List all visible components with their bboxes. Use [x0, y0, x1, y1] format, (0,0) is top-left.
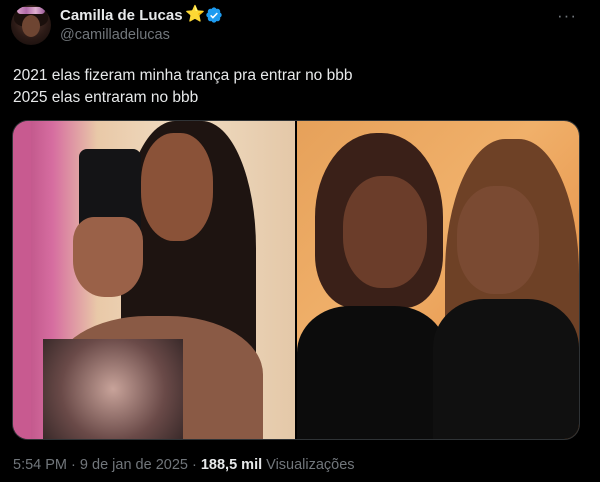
- hand: [73, 217, 143, 297]
- tweet-line-1: 2021 elas fizeram minha trança pra entra…: [13, 67, 353, 84]
- black-outfit-left: [297, 306, 447, 439]
- author-avatar[interactable]: [11, 5, 51, 45]
- tweet-meta: 5:54 PM · 9 de jan de 2025 · 188,5 mil V…: [13, 457, 355, 473]
- verified-badge-icon: [206, 7, 222, 23]
- photo-left-selfie[interactable]: [13, 121, 295, 439]
- author-name[interactable]: Camilla de Lucas: [60, 7, 183, 24]
- tweet-line-2: 2025 elas entraram no bbb: [13, 89, 199, 106]
- separator-dot: ·: [71, 457, 76, 473]
- door-frame: [13, 121, 31, 439]
- star-emoji-icon: ⭐: [185, 6, 205, 23]
- separator-dot: ·: [191, 457, 197, 473]
- avatar-face: [22, 15, 40, 37]
- person-left-face: [343, 176, 427, 288]
- tweet-time[interactable]: 5:54 PM: [13, 457, 67, 473]
- views-label: Visualizações: [266, 457, 355, 473]
- author-handle[interactable]: @camilladelucas: [60, 27, 170, 43]
- tweet-date[interactable]: 9 de jan de 2025: [80, 457, 188, 473]
- sequin-top: [43, 339, 183, 439]
- avatar-flower-crown: [17, 7, 45, 14]
- photo-right-duo[interactable]: [297, 121, 579, 439]
- person-face: [141, 133, 213, 241]
- tweet-media[interactable]: [12, 120, 580, 440]
- black-outfit-right: [433, 299, 579, 439]
- tweet-text: 2021 elas fizeram minha trança pra entra…: [13, 65, 352, 109]
- person-right-face: [457, 186, 539, 294]
- views-count: 188,5 mil: [200, 457, 263, 473]
- more-options-icon[interactable]: ···: [557, 6, 577, 26]
